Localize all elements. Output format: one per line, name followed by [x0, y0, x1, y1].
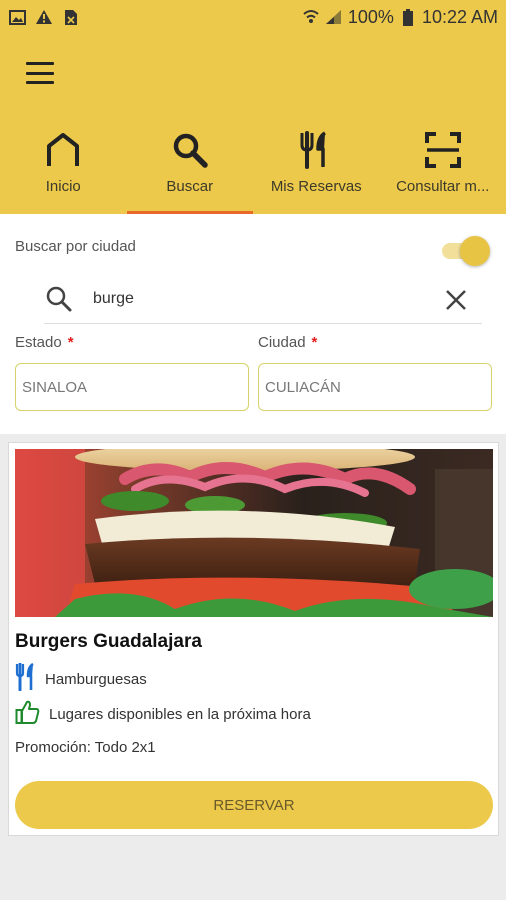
- restaurant-photo: [15, 449, 493, 617]
- tab-mis-reservas[interactable]: Mis Reservas: [253, 118, 380, 214]
- image-notification-icon: [8, 8, 26, 26]
- category-row: Hamburguesas: [15, 662, 147, 695]
- warning-icon: [35, 8, 53, 26]
- signal-icon: [325, 8, 343, 26]
- ciudad-label: Ciudad *: [258, 334, 318, 351]
- battery-level: 100%: [347, 6, 394, 27]
- home-icon: [41, 128, 85, 172]
- promo-text: Promoción: Todo 2x1: [15, 739, 156, 756]
- tab-consultar[interactable]: Consultar m...: [380, 118, 506, 214]
- tab-label: Consultar m...: [396, 178, 490, 195]
- clock: 10:22 AM: [421, 6, 498, 27]
- tab-label: Inicio: [45, 178, 81, 195]
- utensils-icon: [15, 662, 37, 695]
- availability-label: Lugares disponibles en la próxima hora: [49, 705, 311, 723]
- file-blocked-icon: [62, 8, 80, 26]
- estado-field[interactable]: SINALOA: [15, 363, 249, 411]
- search-icon: [168, 128, 212, 172]
- toggle-label: Buscar por ciudad: [15, 238, 136, 255]
- tab-label: Buscar: [166, 178, 214, 195]
- required-mark: *: [311, 334, 318, 351]
- search-panel: Buscar por ciudad burge Estado * Ciudad * …: [0, 214, 506, 434]
- battery-icon: [399, 8, 417, 26]
- status-bar: 100% 10:22 AM: [0, 0, 506, 34]
- scan-icon: [421, 128, 465, 172]
- restaurant-name: Burgers Guadalajara: [15, 631, 202, 652]
- ciudad-field[interactable]: CULIACÁN: [258, 363, 492, 411]
- search-field[interactable]: burge: [44, 278, 482, 324]
- wifi-icon: [302, 8, 320, 26]
- tab-inicio[interactable]: Inicio: [0, 118, 127, 214]
- search-input[interactable]: burge: [93, 290, 134, 308]
- availability-row: Lugares disponibles en la próxima hora: [15, 699, 311, 729]
- reserve-button[interactable]: RESERVAR: [15, 781, 493, 829]
- tab-label: Mis Reservas: [270, 178, 362, 195]
- estado-label: Estado *: [15, 334, 74, 351]
- tab-buscar[interactable]: Buscar: [126, 118, 254, 214]
- search-icon: [44, 284, 74, 314]
- utensils-icon: [294, 128, 338, 172]
- tab-bar: Inicio Buscar Mis Reservas Consultar m..…: [0, 118, 506, 214]
- thumbs-up-icon: [15, 699, 41, 729]
- hamburger-menu-icon[interactable]: [24, 58, 56, 88]
- close-icon[interactable]: [444, 288, 468, 312]
- city-search-toggle[interactable]: [442, 236, 490, 266]
- restaurant-card[interactable]: Burgers Guadalajara Hamburguesas Lugares…: [8, 442, 499, 836]
- category-label: Hamburguesas: [45, 670, 147, 688]
- app-bar: 100% 10:22 AM Inicio Buscar Mis Reservas…: [0, 0, 506, 214]
- required-mark: *: [67, 334, 74, 351]
